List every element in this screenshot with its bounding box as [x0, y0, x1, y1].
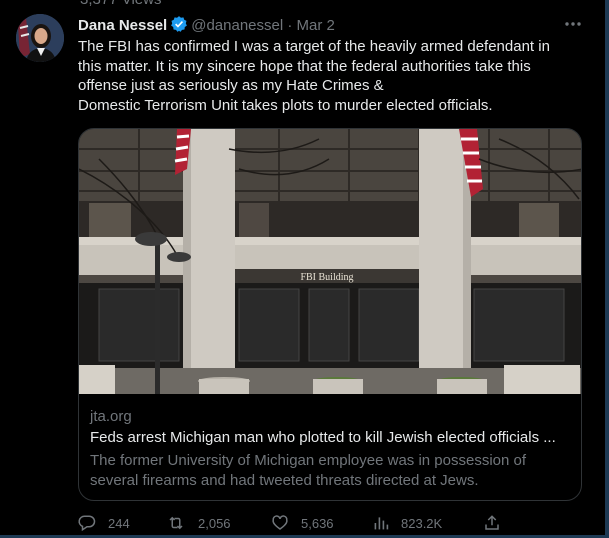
views-count: 823.2K	[401, 515, 443, 531]
like-count: 5,636	[301, 515, 334, 531]
reply-count: 244	[108, 515, 130, 531]
views-button[interactable]: 823.2K	[373, 514, 442, 532]
tweet-line: offense just as seriously as my Hate Cri…	[78, 77, 384, 94]
avatar[interactable]	[16, 14, 64, 62]
link-card[interactable]: FBI Building jta.org Feds arrest Michiga…	[78, 128, 582, 501]
share-icon	[485, 515, 499, 530]
views-chart-icon	[374, 517, 389, 530]
retweet-button[interactable]: 2,056	[166, 514, 231, 532]
card-description: The former University of Michigan employ…	[90, 451, 570, 491]
heart-icon	[272, 515, 288, 530]
card-description-line: several firearms and had tweeted threats…	[90, 472, 479, 489]
author-name[interactable]: Dana Nessel	[78, 17, 167, 34]
card-title[interactable]: Feds arrest Michigan man who plotted to …	[90, 429, 556, 446]
like-button[interactable]: 5,636	[271, 514, 334, 532]
retweet-count: 2,056	[198, 515, 231, 531]
verified-badge-icon	[170, 15, 188, 37]
reply-icon	[78, 515, 96, 532]
fbi-sign-text: FBI Building	[300, 272, 353, 283]
tweet-text: The FBI has confirmed I was a target of …	[78, 37, 578, 115]
avatar-image	[16, 14, 64, 62]
header-separator: ·	[287, 17, 293, 34]
tweet-date[interactable]: Mar 2	[297, 17, 335, 34]
tweet-header: Dana Nessel @dananessel · Mar 2	[78, 15, 335, 37]
card-description-line: The former University of Michigan employ…	[90, 452, 527, 469]
reply-button[interactable]: 244	[78, 514, 130, 532]
window-border-right	[605, 0, 609, 538]
author-handle[interactable]: @dananessel	[191, 17, 283, 34]
tweet-line: The FBI has confirmed I was a target of …	[78, 38, 550, 55]
share-button[interactable]	[483, 514, 513, 532]
card-domain: jta.org	[90, 408, 132, 425]
tweet-line: this matter. It is my sincere hope that …	[78, 57, 531, 75]
tweet-actions: 244 2,056 5,636 823.2K	[0, 514, 609, 536]
more-options-icon[interactable]	[563, 16, 583, 32]
fbi-building-image: FBI Building	[79, 129, 581, 394]
previous-tweet-views: 3,377 Views	[80, 0, 161, 8]
tweet-line: Domestic Terrorism Unit takes plots to m…	[78, 96, 493, 114]
retweet-icon	[169, 516, 183, 530]
